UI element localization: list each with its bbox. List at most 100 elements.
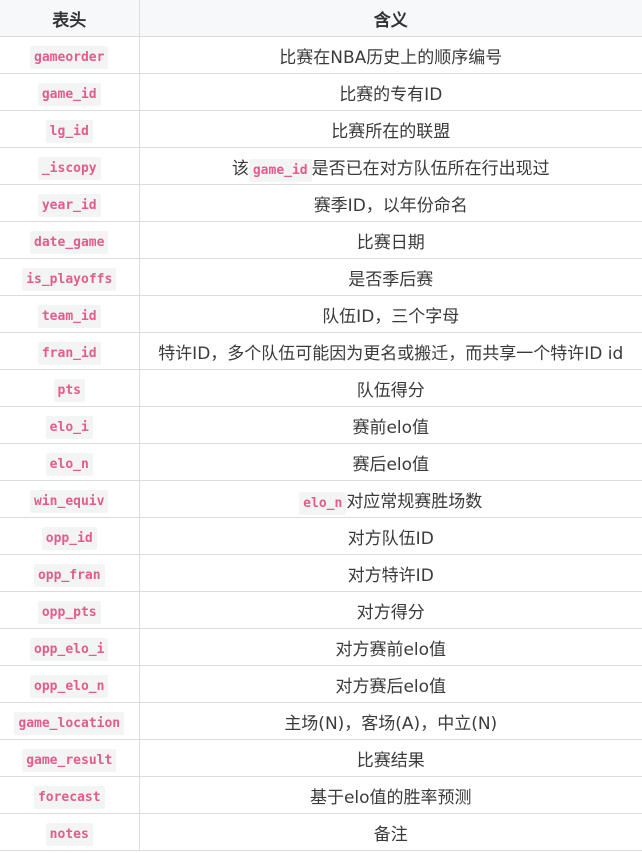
description-text: 比赛在NBA历史上的顺序编号 xyxy=(279,47,503,68)
field-name-code: elo_n xyxy=(45,452,93,476)
field-description-cell: 对方队伍ID xyxy=(138,517,642,555)
field-name-code: pts xyxy=(53,378,85,402)
field-name-cell: is_playoffs xyxy=(0,258,140,296)
field-name-cell: year_id xyxy=(0,184,140,222)
field-description-cell: 比赛所在的联盟 xyxy=(138,110,642,148)
description-text: 赛后elo值 xyxy=(352,454,430,475)
table-row: opp_pts 对方得分 xyxy=(0,591,642,629)
field-name-code: _iscopy xyxy=(37,156,101,180)
field-name-code: notes xyxy=(45,822,93,846)
table-row: pts 队伍得分 xyxy=(0,369,642,407)
description-text: 赛前elo值 xyxy=(352,417,430,438)
field-name-cell: elo_n xyxy=(0,443,140,481)
table-row: fran_id 特许ID，多个队伍可能因为更名或搬迁，而共享一个特许ID id xyxy=(0,332,642,370)
field-name-cell: opp_elo_n xyxy=(0,665,140,703)
field-description-cell: 对方特许ID xyxy=(138,554,642,592)
table-row: forecast 基于elo值的胜率预测 xyxy=(0,776,642,814)
table-row: win_equiv elo_n 对应常规赛胜场数 xyxy=(0,480,642,518)
header-meaning: 含义 xyxy=(138,0,642,37)
field-description-cell: 基于elo值的胜率预测 xyxy=(138,776,642,814)
table-row: opp_elo_i 对方赛前elo值 xyxy=(0,628,642,666)
field-name-cell: forecast xyxy=(0,776,140,814)
description-text: 比赛的专有ID xyxy=(339,84,443,105)
table-row: lg_id 比赛所在的联盟 xyxy=(0,110,642,148)
field-name-code: year_id xyxy=(37,193,101,217)
table-row: game_result 比赛结果 xyxy=(0,739,642,777)
table-row: elo_i 赛前elo值 xyxy=(0,406,642,444)
field-description-cell: 备注 xyxy=(138,813,642,851)
table-row: opp_elo_n 对方赛后elo值 xyxy=(0,665,642,703)
field-name-code: team_id xyxy=(37,304,101,328)
table-row: year_id 赛季ID，以年份命名 xyxy=(0,184,642,222)
field-description-cell: 比赛结果 xyxy=(138,739,642,777)
field-description-cell: 比赛日期 xyxy=(138,221,642,259)
field-description-cell: 对方赛后elo值 xyxy=(138,665,642,703)
field-description-cell: 赛季ID，以年份命名 xyxy=(138,184,642,222)
field-name-cell: opp_pts xyxy=(0,591,140,629)
table-row: opp_fran 对方特许ID xyxy=(0,554,642,592)
description-text: 比赛结果 xyxy=(356,750,425,771)
description-text: 队伍得分 xyxy=(356,380,425,401)
field-name-cell: game_id xyxy=(0,73,140,111)
field-name-code: opp_elo_n xyxy=(30,674,109,698)
field-name-cell: fran_id xyxy=(0,332,140,370)
field-description-cell: 该 game_id 是否已在对方队伍所在行出现过 xyxy=(138,147,642,185)
field-description-cell: 队伍ID，三个字母 xyxy=(138,295,642,333)
field-name-code: game_id xyxy=(37,82,101,106)
table-row: game_id 比赛的专有ID xyxy=(0,73,642,111)
description-text: 比赛日期 xyxy=(356,232,425,253)
description-text: 队伍ID，三个字母 xyxy=(322,306,460,327)
table-row: elo_n 赛后elo值 xyxy=(0,443,642,481)
field-description-cell: elo_n 对应常规赛胜场数 xyxy=(138,480,642,518)
description-text: 对方赛前elo值 xyxy=(335,639,447,660)
description-text: 对方特许ID xyxy=(347,565,434,586)
field-name-code: fran_id xyxy=(37,341,101,365)
description-text: 基于elo值的胜率预测 xyxy=(309,787,472,808)
field-name-cell: _iscopy xyxy=(0,147,140,185)
field-name-cell: notes xyxy=(0,813,140,851)
field-name-cell: game_location xyxy=(0,702,140,740)
field-name-code: is_playoffs xyxy=(22,267,117,291)
description-text: 比赛所在的联盟 xyxy=(331,121,451,142)
field-name-cell: win_equiv xyxy=(0,480,140,518)
field-name-code: elo_i xyxy=(45,415,93,439)
field-name-cell: opp_elo_i xyxy=(0,628,140,666)
table-row: is_playoffs 是否季后赛 xyxy=(0,258,642,296)
description-text: 赛季ID，以年份命名 xyxy=(313,195,468,216)
field-name-code: game_result xyxy=(22,748,117,772)
field-name-code: opp_elo_i xyxy=(30,637,109,661)
field-name-cell: gameorder xyxy=(0,36,140,74)
field-name-cell: elo_i xyxy=(0,406,140,444)
field-description-cell: 队伍得分 xyxy=(138,369,642,407)
field-name-cell: game_result xyxy=(0,739,140,777)
inline-code: game_id xyxy=(248,158,312,182)
field-name-code: date_game xyxy=(30,230,109,254)
description-text: 主场(N)，客场(A)，中立(N) xyxy=(284,713,498,734)
table-row: team_id 队伍ID，三个字母 xyxy=(0,295,642,333)
field-description-cell: 比赛在NBA历史上的顺序编号 xyxy=(138,36,642,74)
field-name-code: win_equiv xyxy=(30,489,109,513)
field-description-cell: 比赛的专有ID xyxy=(138,73,642,111)
description-text: 对方赛后elo值 xyxy=(335,676,447,697)
description-text: 该 xyxy=(231,158,249,179)
field-name-cell: team_id xyxy=(0,295,140,333)
field-name-code: game_location xyxy=(14,711,125,735)
table-row: date_game 比赛日期 xyxy=(0,221,642,259)
field-description-cell: 赛前elo值 xyxy=(138,406,642,444)
description-text: 对方队伍ID xyxy=(347,528,434,549)
field-name-code: opp_id xyxy=(41,526,97,550)
field-name-cell: opp_id xyxy=(0,517,140,555)
field-description-cell: 对方得分 xyxy=(138,591,642,629)
description-text: 是否季后赛 xyxy=(348,269,434,290)
description-text-suffix: 是否已在对方队伍所在行出现过 xyxy=(311,158,550,179)
field-description-cell: 主场(N)，客场(A)，中立(N) xyxy=(138,702,642,740)
description-text: 备注 xyxy=(373,824,408,845)
table-row: notes 备注 xyxy=(0,813,642,851)
table-row: gameorder 比赛在NBA历史上的顺序编号 xyxy=(0,36,642,74)
field-name-cell: pts xyxy=(0,369,140,407)
field-name-code: lg_id xyxy=(45,119,93,143)
field-description-cell: 赛后elo值 xyxy=(138,443,642,481)
field-description-table: 表头 含义 gameorder 比赛在NBA历史上的顺序编号 game_id 比赛的专… xyxy=(0,0,642,851)
field-name-cell: lg_id xyxy=(0,110,140,148)
header-row: 表头 含义 xyxy=(0,0,642,37)
